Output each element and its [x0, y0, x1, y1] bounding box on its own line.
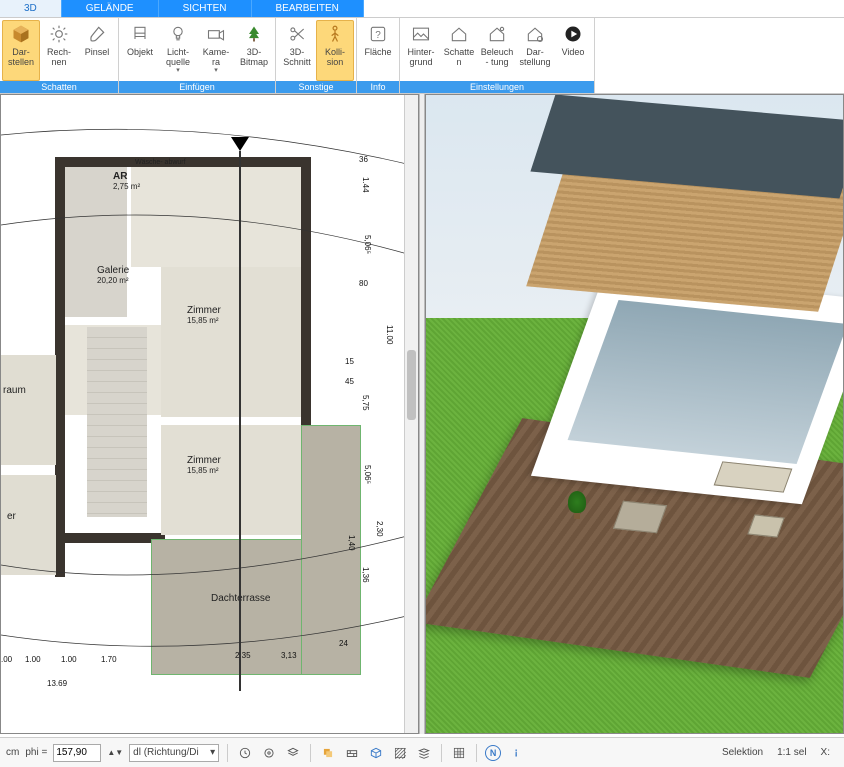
darstellung-button[interactable]: Dar- stellung [516, 20, 554, 81]
plant-icon [568, 491, 586, 519]
tab-gelaende[interactable]: GELÄNDE [62, 0, 159, 17]
3d-viewport[interactable] [425, 94, 844, 734]
question-icon: ? [367, 23, 389, 45]
tool-north-icon[interactable]: N [485, 745, 501, 761]
hintergrund-button[interactable]: Hinter- grund [402, 20, 440, 81]
floorplan-viewport[interactable]: AR2,75 m² Wäsche- abwurf Galerie20,20 m²… [0, 94, 419, 734]
direction-dropdown[interactable]: dl (Richtung/Di▾ [129, 744, 219, 762]
image-icon [410, 23, 432, 45]
bitmap3d-label: 3D- Bitmap [237, 47, 271, 67]
kollision-button[interactable]: Kolli- sion [316, 20, 354, 81]
chevron-down-icon: ▾ [176, 66, 180, 74]
bitmap3d-button[interactable]: 3D- Bitmap [235, 20, 273, 81]
svg-text:?: ? [375, 30, 381, 41]
x-label: X: [821, 747, 830, 758]
objekt-button[interactable]: Objekt [121, 20, 159, 81]
schnitt3d-label: 3D- Schnitt [280, 47, 314, 67]
chair-icon [129, 23, 151, 45]
scale-label: 1:1 sel [777, 747, 806, 758]
sun-icon [48, 23, 70, 45]
kamera-label: Kame- ra [199, 47, 233, 67]
ribbon-group-info: ? Fläche Info [357, 18, 400, 93]
house-shadow-icon [448, 23, 470, 45]
contour-lines [1, 95, 418, 733]
schatten-label: Schatten [442, 47, 476, 67]
beleuchtung-label: Beleuch- tung [480, 47, 514, 67]
selektion-label: Selektion [722, 747, 763, 758]
tool-hatch-icon[interactable] [391, 744, 409, 762]
tool-info-icon[interactable]: ¡ [507, 744, 525, 762]
tool-copy-icon[interactable] [319, 744, 337, 762]
brush-icon [86, 23, 108, 45]
lichtquelle-button[interactable]: Licht- quelle ▾ [159, 20, 197, 81]
darstellen-button[interactable]: Dar- stellen [2, 20, 40, 81]
group-label-info: Info [357, 81, 399, 93]
tool-target-icon[interactable] [260, 744, 278, 762]
tool-grid-icon[interactable] [450, 744, 468, 762]
tree-icon [243, 23, 265, 45]
darstellung-label: Dar- stellung [518, 47, 552, 67]
tool-3d-icon[interactable] [367, 744, 385, 762]
objekt-label: Objekt [127, 47, 153, 67]
beleuchtung-button[interactable]: Beleuch- tung [478, 20, 516, 81]
bulb-icon [167, 23, 189, 45]
flaeche-label: Fläche [364, 47, 391, 67]
chevron-down-icon: ▾ [214, 66, 218, 74]
kollision-label: Kolli- sion [318, 47, 352, 67]
group-label-einfuegen: Einfügen [119, 81, 275, 93]
scrollbar-vertical[interactable] [404, 95, 418, 733]
unit-label: cm [6, 747, 19, 758]
group-label-schatten: Schatten [0, 81, 118, 93]
ribbon: Dar- stellen Rech- nen Pinsel Schatten O… [0, 18, 844, 94]
scissors-icon [286, 23, 308, 45]
tab-3d[interactable]: 3D [0, 0, 62, 17]
phi-label: phi = [25, 747, 47, 758]
tool-wall-icon[interactable] [343, 744, 361, 762]
phi-input[interactable] [53, 744, 101, 762]
tab-bar: 3D GELÄNDE SICHTEN BEARBEITEN [0, 0, 844, 18]
tool-clock-icon[interactable] [236, 744, 254, 762]
cube-icon [10, 23, 32, 45]
kamera-button[interactable]: Kame- ra ▾ [197, 20, 235, 81]
schatten-button[interactable]: Schatten [440, 20, 478, 81]
camera-icon [205, 23, 227, 45]
workspace: AR2,75 m² Wäsche- abwurf Galerie20,20 m²… [0, 94, 844, 734]
ribbon-group-schatten: Dar- stellen Rech- nen Pinsel Schatten [0, 18, 119, 93]
person-icon [324, 23, 346, 45]
schnitt3d-button[interactable]: 3D- Schnitt [278, 20, 316, 81]
house-gear-icon [524, 23, 546, 45]
pinsel-button[interactable]: Pinsel [78, 20, 116, 81]
tab-bearbeiten[interactable]: BEARBEITEN [252, 0, 364, 17]
status-bar: cm phi = ▲▼ dl (Richtung/Di▾ N ¡ Selekti… [0, 737, 844, 767]
ribbon-group-einstellungen: Hinter- grund Schatten Beleuch- tung Dar… [400, 18, 595, 93]
rechnen-label: Rech- nen [42, 47, 76, 67]
lichtquelle-label: Licht- quelle [161, 47, 195, 67]
tool-stack-icon[interactable] [415, 744, 433, 762]
flaeche-button[interactable]: ? Fläche [359, 20, 397, 81]
hintergrund-label: Hinter- grund [404, 47, 438, 67]
ribbon-group-sonstige: 3D- Schnitt Kolli- sion Sonstige [276, 18, 357, 93]
chevron-down-icon: ▾ [210, 747, 215, 758]
play-icon [562, 23, 584, 45]
rechnen-button[interactable]: Rech- nen [40, 20, 78, 81]
house-light-icon [486, 23, 508, 45]
ribbon-group-einfuegen: Objekt Licht- quelle ▾ Kame- ra ▾ 3D- Bi… [119, 18, 276, 93]
group-label-einstellungen: Einstellungen [400, 81, 594, 93]
video-label: Video [562, 47, 585, 67]
tool-layers-icon[interactable] [284, 744, 302, 762]
tab-sichten[interactable]: SICHTEN [159, 0, 252, 17]
video-button[interactable]: Video [554, 20, 592, 81]
pinsel-label: Pinsel [85, 47, 110, 67]
group-label-sonstige: Sonstige [276, 81, 356, 93]
darstellen-label: Dar- stellen [4, 47, 38, 67]
